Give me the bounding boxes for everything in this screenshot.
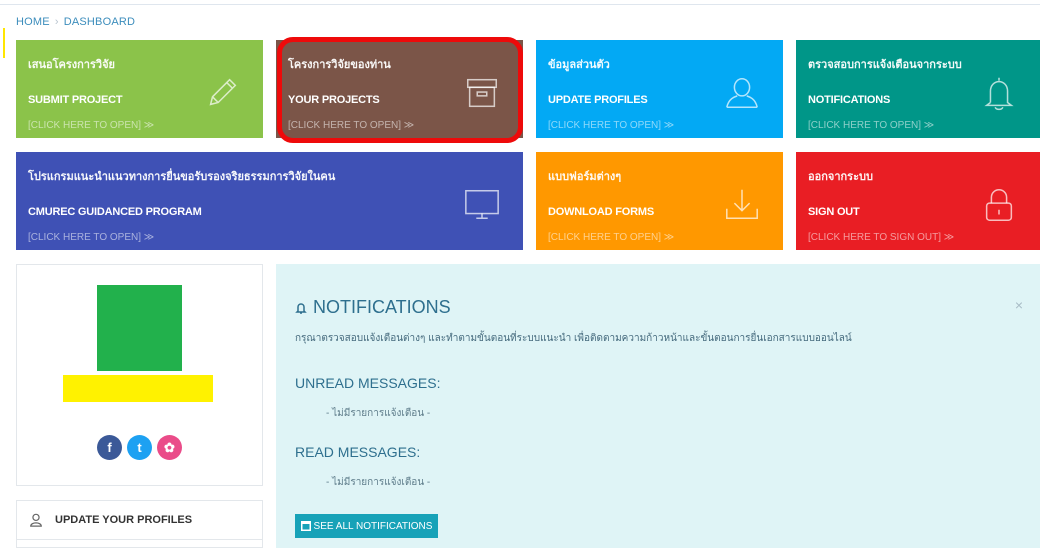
breadcrumb-current[interactable]: DASHBOARD xyxy=(64,16,135,28)
lock-icon xyxy=(980,186,1018,224)
see-all-label: SEE ALL NOTIFICATIONS xyxy=(313,520,433,532)
facebook-icon[interactable]: f xyxy=(97,435,122,460)
tile-thai-label: โครงการวิจัยของท่าน xyxy=(288,59,391,71)
left-accent-mark xyxy=(3,28,5,58)
tile-thai-label: ตรวจสอบการแจ้งเตือนจากระบบ xyxy=(808,59,962,71)
window-icon xyxy=(300,521,311,531)
twitter-icon[interactable]: t xyxy=(127,435,152,460)
breadcrumb-home-link[interactable]: HOME xyxy=(16,16,50,28)
tile-open-link[interactable]: [CLICK HERE TO OPEN] ≫ xyxy=(548,232,674,243)
facebook-glyph: f xyxy=(107,440,112,455)
dribbble-glyph: ✿ xyxy=(164,439,175,455)
user-icon xyxy=(723,74,761,112)
tile-title: UPDATE PROFILES xyxy=(548,94,648,106)
notifications-panel: NOTIFICATIONS × กรุณาตรวจสอบแจ้งเตือนต่า… xyxy=(276,264,1040,548)
read-messages-heading: READ MESSAGES: xyxy=(295,444,421,460)
tile-title: NOTIFICATIONS xyxy=(808,94,891,106)
bell-icon xyxy=(980,74,1018,112)
tile-notifications[interactable]: ตรวจสอบการแจ้งเตือนจากระบบ NOTIFICATIONS… xyxy=(796,40,1040,138)
tile-sign-out[interactable]: ออกจากระบบ SIGN OUT [CLICK HERE TO SIGN … xyxy=(796,152,1040,250)
monitor-icon xyxy=(463,186,501,224)
tile-title: DOWNLOAD FORMS xyxy=(548,206,654,218)
tile-submit-project[interactable]: เสนอโครงการวิจัย SUBMIT PROJECT [CLICK H… xyxy=(16,40,263,138)
notifications-title: NOTIFICATIONS xyxy=(295,297,451,318)
menu-item-label: UPDATE YOUR PROFILES xyxy=(55,514,193,526)
tile-title: SUBMIT PROJECT xyxy=(28,94,123,106)
archive-box-icon xyxy=(463,74,501,112)
unread-messages-heading: UNREAD MESSAGES: xyxy=(295,375,441,391)
tile-thai-label: โปรแกรมแนะนำแนวทางการยื่นขอรับรองจริยธรร… xyxy=(28,171,336,183)
top-border xyxy=(0,0,1040,5)
tile-thai-label: ออกจากระบบ xyxy=(808,171,873,183)
tile-open-link[interactable]: [CLICK HERE TO OPEN] ≫ xyxy=(28,120,154,131)
notifications-title-text: NOTIFICATIONS xyxy=(313,297,451,317)
read-empty-text: - ไม่มีรายการแจ้งเตือน - xyxy=(326,477,431,488)
tile-guidance-program[interactable]: โปรแกรมแนะนำแนวทางการยื่นขอรับรองจริยธรร… xyxy=(16,152,523,250)
notifications-description: กรุณาตรวจสอบแจ้งเตือนต่างๆ และทำตามขั้นต… xyxy=(295,333,852,344)
menu-item-update-profiles[interactable]: UPDATE YOUR PROFILES xyxy=(17,501,262,539)
see-all-notifications-button[interactable]: SEE ALL NOTIFICATIONS xyxy=(295,514,438,538)
side-menu: UPDATE YOUR PROFILES xyxy=(16,500,263,548)
tile-download-forms[interactable]: แบบฟอร์มต่างๆ DOWNLOAD FORMS [CLICK HERE… xyxy=(536,152,783,250)
user-icon xyxy=(30,513,42,527)
tile-thai-label: เสนอโครงการวิจัย xyxy=(28,59,115,71)
tile-title: CMUREC GUIDANCED PROGRAM xyxy=(28,206,202,218)
unread-empty-text: - ไม่มีรายการแจ้งเตือน - xyxy=(326,408,431,419)
tile-open-link[interactable]: [CLICK HERE TO OPEN] ≫ xyxy=(808,120,934,131)
close-icon[interactable]: × xyxy=(1015,297,1023,313)
tile-thai-label: แบบฟอร์มต่างๆ xyxy=(548,171,622,183)
profile-card: f t ✿ xyxy=(16,264,263,486)
tile-open-link[interactable]: [CLICK HERE TO OPEN] ≫ xyxy=(548,120,674,131)
tile-open-link[interactable]: [CLICK HERE TO OPEN] ≫ xyxy=(28,232,154,243)
bell-icon xyxy=(295,302,307,314)
user-name-redacted xyxy=(63,375,213,402)
tile-your-projects[interactable]: โครงการวิจัยของท่าน YOUR PROJECTS [CLICK… xyxy=(276,40,523,138)
dribbble-icon[interactable]: ✿ xyxy=(157,435,182,460)
twitter-glyph: t xyxy=(137,440,142,455)
tile-thai-label: ข้อมูลส่วนตัว xyxy=(548,59,610,71)
tile-open-link[interactable]: [CLICK HERE TO SIGN OUT] ≫ xyxy=(808,232,954,243)
download-icon xyxy=(723,186,761,224)
pencil-icon xyxy=(203,74,241,112)
breadcrumb: HOME › DASHBOARD xyxy=(16,16,135,28)
tile-title: YOUR PROJECTS xyxy=(288,94,380,106)
avatar xyxy=(97,285,182,371)
breadcrumb-separator: › xyxy=(54,16,59,28)
tile-update-profiles[interactable]: ข้อมูลส่วนตัว UPDATE PROFILES [CLICK HER… xyxy=(536,40,783,138)
tile-title: SIGN OUT xyxy=(808,206,860,218)
menu-divider xyxy=(17,539,262,540)
tile-open-link[interactable]: [CLICK HERE TO OPEN] ≫ xyxy=(288,120,414,131)
